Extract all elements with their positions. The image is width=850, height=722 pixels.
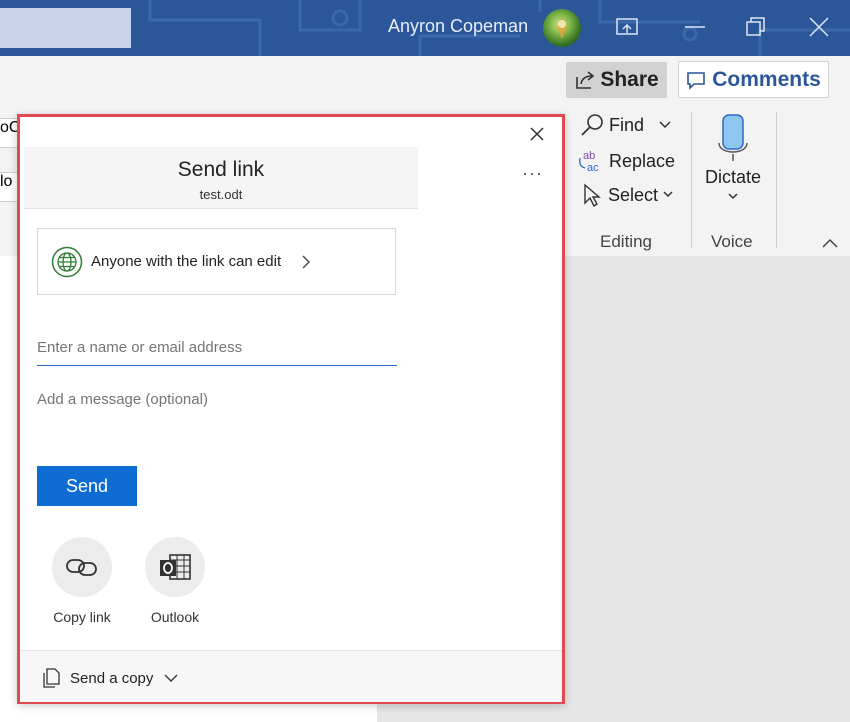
comment-icon [687,71,706,90]
replace-button[interactable]: ab ac Replace [577,148,675,174]
link-icon [66,559,97,576]
minimize-icon[interactable] [682,14,708,40]
dialog-footer: Send a copy [20,650,562,702]
close-icon[interactable] [526,123,548,145]
editing-group-label: Editing [600,232,652,251]
permission-label: Anyone with the link can edit [91,253,282,270]
share-label: Share [600,68,659,91]
send-link-dialog: Send link test.odt ··· Anyone with the l… [17,114,565,704]
chevron-right-icon [302,255,311,268]
voice-group-label: Voice [711,232,753,251]
ribbon-left-field-2[interactable]: lo [0,172,18,202]
dialog-title: Send link [177,158,265,181]
svg-text:ab: ab [583,150,595,162]
close-window-icon[interactable] [806,14,832,40]
link-settings-button[interactable]: Anyone with the link can edit [37,228,396,295]
dialog-header: Send link test.odt [24,147,418,209]
share-button[interactable]: Share [566,62,667,98]
ribbon-separator [776,112,777,248]
dialog-filename: test.odt [199,187,243,202]
replace-icon: ab ac [579,150,599,174]
dictate-button[interactable]: Dictate [705,113,761,202]
user-name[interactable]: Anyron Copeman [388,16,528,37]
copy-icon [43,668,60,688]
chevron-down-icon [728,193,738,200]
select-label: Select [608,184,659,205]
comments-button[interactable]: Comments [678,61,829,98]
chevron-down-icon [663,191,673,198]
copy-link-button[interactable]: Copy link [37,537,127,625]
outlook-button[interactable]: Outlook [130,537,220,625]
left-field-text-2: lo [0,173,13,190]
svg-text:ac: ac [587,162,599,174]
share-icon [576,71,595,89]
globe-icon [51,246,83,277]
copy-link-label: Copy link [53,609,111,625]
ribbon-separator [691,112,692,248]
more-options-icon[interactable]: ··· [522,163,543,184]
cursor-icon [584,183,601,207]
recipient-input[interactable] [37,330,397,366]
ribbon-left-field[interactable]: oCo [0,118,18,148]
outlook-label: Outlook [150,609,200,625]
find-button[interactable]: Find [579,113,672,137]
chevron-down-icon [659,121,671,129]
left-field-text: oCo [0,119,17,136]
send-label: Send [65,475,109,496]
find-icon [581,114,603,136]
message-input[interactable] [37,391,397,427]
chevron-down-icon [164,674,178,682]
send-a-copy-button[interactable]: Send a copy [42,668,179,688]
send-button[interactable]: Send [37,466,137,506]
find-label: Find [609,114,645,135]
restore-icon[interactable] [743,14,769,40]
dictate-label: Dictate [705,167,762,187]
select-button[interactable]: Select [582,183,674,207]
microphone-icon [718,114,748,161]
avatar[interactable] [543,9,581,47]
search-box[interactable] [0,8,131,48]
collapse-ribbon-icon[interactable] [821,236,839,254]
title-bar: Anyron Copeman [0,0,850,56]
send-a-copy-label: Send a copy [70,669,154,687]
replace-label: Replace [609,150,676,171]
comments-label: Comments [712,67,821,91]
outlook-icon [160,554,191,580]
ribbon-display-options-icon[interactable] [614,14,640,40]
